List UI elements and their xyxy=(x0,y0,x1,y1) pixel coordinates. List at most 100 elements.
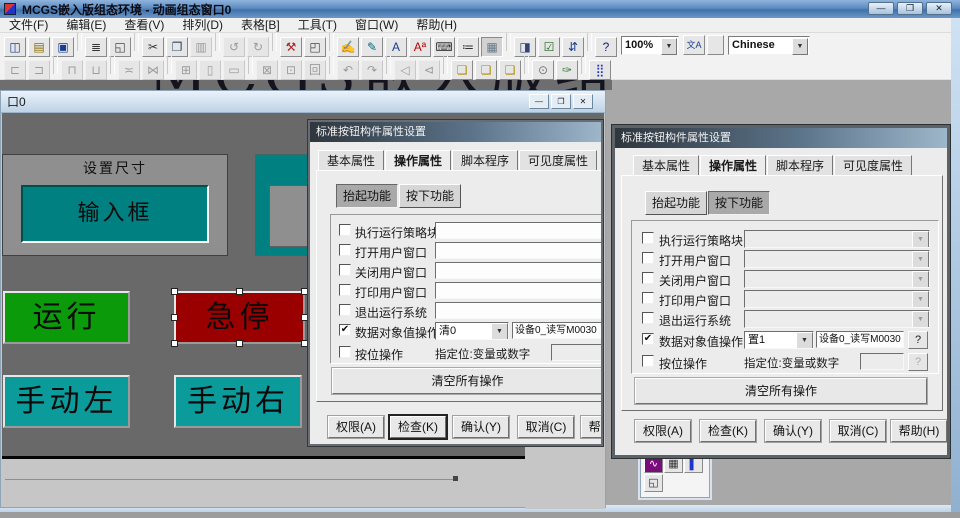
align-top-icon[interactable]: ⊓ xyxy=(61,60,83,80)
open-project-icon[interactable]: ▤ xyxy=(28,37,50,57)
language-select[interactable]: Chinese xyxy=(728,36,810,55)
align-right-icon[interactable]: ⊐ xyxy=(28,60,50,80)
redo-icon[interactable]: ↻ xyxy=(247,37,269,57)
same-size-icon[interactable]: 回 xyxy=(304,60,326,80)
syntax-check-icon[interactable]: ☑ xyxy=(538,37,560,57)
subtab-press[interactable]: 按下功能 xyxy=(708,191,770,215)
estop-button-element[interactable]: 急停 xyxy=(174,291,305,344)
bit-op-field[interactable] xyxy=(860,353,904,370)
confirm-button[interactable]: 确认(Y) xyxy=(453,416,509,438)
restore-icon[interactable]: ❐ xyxy=(897,2,923,15)
strategy-select[interactable] xyxy=(744,230,930,248)
save-icon[interactable]: ▣ xyxy=(52,37,74,57)
print-window-field[interactable] xyxy=(435,282,603,299)
context-help-icon[interactable]: ? xyxy=(595,37,617,57)
checkbox-data-value-op[interactable]: ✔ xyxy=(642,333,654,345)
download-project-icon[interactable]: ⇵ xyxy=(562,37,584,57)
flip-vertical-icon[interactable]: ⊲ xyxy=(418,60,440,80)
selection-handle[interactable] xyxy=(171,340,178,347)
equal-width-icon[interactable]: ▭ xyxy=(223,60,245,80)
cancel-button[interactable]: 取消(C) xyxy=(830,420,886,442)
checkbox-close-window[interactable] xyxy=(339,264,351,276)
selection-handle[interactable] xyxy=(171,314,178,321)
animation-window-titlebar[interactable]: 口0 — ❐ ✕ xyxy=(1,91,605,113)
subtab-press[interactable]: 按下功能 xyxy=(399,184,461,208)
open-window-select[interactable] xyxy=(744,250,930,268)
align-bottom-icon[interactable]: ⊔ xyxy=(85,60,107,80)
check-button[interactable]: 检查(K) xyxy=(390,416,446,438)
tab-operation[interactable]: 操作属性 xyxy=(385,150,451,171)
selection-handle[interactable] xyxy=(301,288,308,295)
swap-layer-icon[interactable]: ❏ xyxy=(499,60,521,80)
canvas-edge-handle[interactable] xyxy=(453,476,458,481)
strategy-field[interactable] xyxy=(435,222,603,239)
selection-handle[interactable] xyxy=(236,288,243,295)
value-op-help-button[interactable]: ? xyxy=(908,331,928,349)
app-titlebar[interactable]: MCGS嵌入版组态环境 - 动画组态窗口0 — ❐ ✕ xyxy=(0,0,960,18)
center-horizontal-icon[interactable]: ⋈ xyxy=(142,60,164,80)
send-to-back-icon[interactable]: ❏ xyxy=(475,60,497,80)
checkbox-exit-system[interactable] xyxy=(642,312,654,324)
pin-icon[interactable]: ✑ xyxy=(556,60,578,80)
tab-visibility[interactable]: 可见度属性 xyxy=(834,155,912,176)
tab-basic[interactable]: 基本属性 xyxy=(633,155,699,176)
font-icon[interactable]: Aª xyxy=(409,37,431,57)
manual-left-button-element[interactable]: 手动左 xyxy=(3,375,130,428)
checkbox-exit-system[interactable] xyxy=(339,304,351,316)
grid-dots-icon[interactable]: ⣿ xyxy=(589,60,611,80)
checkbox-open-window[interactable] xyxy=(339,244,351,256)
selection-handle[interactable] xyxy=(236,340,243,347)
checkbox-run-strategy[interactable] xyxy=(642,232,654,244)
center-both-icon[interactable]: ⊞ xyxy=(175,60,197,80)
selection-handle[interactable] xyxy=(301,340,308,347)
equal-height-icon[interactable]: ▯ xyxy=(199,60,221,80)
help-button[interactable]: 帮助(H) xyxy=(891,420,947,442)
help-button[interactable]: 帮助(H) xyxy=(581,416,603,438)
text-tool-icon[interactable]: A xyxy=(385,37,407,57)
bit-op-field[interactable] xyxy=(551,344,603,361)
checkbox-open-window[interactable] xyxy=(642,252,654,264)
input-box-element[interactable]: 输入框 xyxy=(21,185,209,243)
spread-vertical-icon[interactable]: ⊡ xyxy=(280,60,302,80)
paste-icon[interactable]: ▥ xyxy=(190,37,212,57)
center-vertical-icon[interactable]: ≍ xyxy=(118,60,140,80)
checkbox-bit-op[interactable] xyxy=(339,346,351,358)
menu-edit[interactable]: 编辑(E) xyxy=(57,18,115,33)
outline-view-icon[interactable]: ≔ xyxy=(457,37,479,57)
grid-toggle-icon[interactable]: ▦ xyxy=(481,37,503,57)
rotate-left-icon[interactable]: ↶ xyxy=(337,60,359,80)
spread-horizontal-icon[interactable]: ⊠ xyxy=(256,60,278,80)
tab-script[interactable]: 脚本程序 xyxy=(452,150,518,171)
print-preview-icon[interactable]: ◱ xyxy=(109,37,131,57)
draw-toolbar-icon[interactable]: ✍ xyxy=(337,37,359,57)
animation-edit-icon[interactable]: ✎ xyxy=(361,37,383,57)
confirm-button[interactable]: 确认(Y) xyxy=(765,420,821,442)
value-op-target[interactable]: 设备0_读写M0030 xyxy=(512,322,603,339)
exit-system-field[interactable] xyxy=(435,302,603,319)
size-panel[interactable]: 设置尺寸 输入框 xyxy=(2,154,228,256)
tab-visibility[interactable]: 可见度属性 xyxy=(519,150,597,171)
undo-icon[interactable]: ↺ xyxy=(223,37,245,57)
print-window-select[interactable] xyxy=(744,290,930,308)
menu-help[interactable]: 帮助(H) xyxy=(407,18,466,33)
tab-basic[interactable]: 基本属性 xyxy=(318,150,384,171)
translate-icon[interactable]: 文A xyxy=(683,35,705,55)
checkbox-print-window[interactable] xyxy=(642,292,654,304)
label-window-icon[interactable]: ◱ xyxy=(644,474,663,492)
checkbox-run-strategy[interactable] xyxy=(339,224,351,236)
menu-file[interactable]: 文件(F) xyxy=(0,18,57,33)
check-button[interactable]: 检查(K) xyxy=(700,420,756,442)
ime-bar-icon[interactable]: ⌨ xyxy=(433,37,455,57)
child-close-icon[interactable]: ✕ xyxy=(573,94,593,109)
rotate-right-icon[interactable]: ↷ xyxy=(361,60,383,80)
permission-button[interactable]: 权限(A) xyxy=(635,420,691,442)
menu-view[interactable]: 查看(V) xyxy=(115,18,173,33)
close-window-select[interactable] xyxy=(744,270,930,288)
open-window-field[interactable] xyxy=(435,242,603,259)
bring-to-front-icon[interactable]: ❏ xyxy=(451,60,473,80)
dialog-titlebar[interactable]: 标准按钮构件属性设置 xyxy=(310,122,601,142)
value-op-target[interactable]: 设备0_读写M0030 xyxy=(816,331,904,348)
flip-horizontal-icon[interactable]: ◁ xyxy=(394,60,416,80)
copy-icon[interactable]: ❐ xyxy=(166,37,188,57)
menu-arrange[interactable]: 排列(D) xyxy=(173,18,232,33)
